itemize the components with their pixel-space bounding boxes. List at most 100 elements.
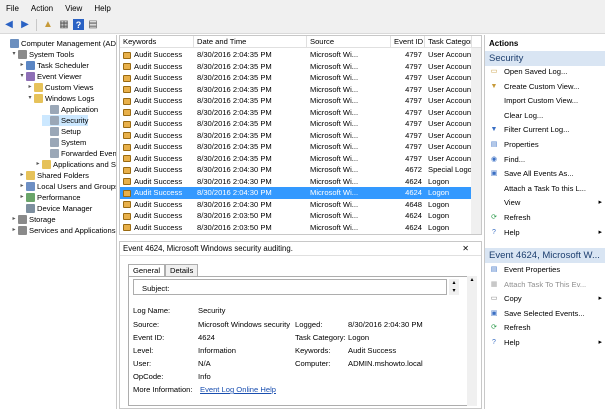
expand-arrow-icon[interactable]: ▸ <box>10 225 18 236</box>
column-task-category[interactable]: Task Categor <box>425 36 472 48</box>
menu-help[interactable]: Help <box>88 4 116 13</box>
action-properties[interactable]: ▤ Properties <box>489 139 602 151</box>
column-date-time[interactable]: Date and Time <box>194 36 307 48</box>
expand-arrow-icon[interactable]: ▸ <box>18 181 26 192</box>
tree-application[interactable]: Application <box>42 104 98 115</box>
event-row[interactable]: Audit Success 8/30/2016 2:04:30 PM Microso… <box>120 199 472 211</box>
action-import-custom-view[interactable]: Import Custom View... <box>489 95 602 107</box>
event-row[interactable]: Audit Success 8/30/2016 2:04:30 PM Microso… <box>120 176 472 188</box>
detail-scrollbar[interactable]: ▴ <box>467 276 477 406</box>
column-source[interactable]: Source <box>307 36 391 48</box>
cell-text: Audit Success <box>134 96 183 105</box>
expand-arrow-icon[interactable]: ▸ <box>18 60 26 71</box>
description-box[interactable]: Subject: <box>133 279 447 295</box>
action-open-saved-log[interactable]: ▭ Open Saved Log... <box>489 66 602 78</box>
event-row[interactable]: Audit Success 8/30/2016 2:04:35 PM Microso… <box>120 118 472 130</box>
event-row[interactable]: Audit Success 8/30/2016 2:04:35 PM Microso… <box>120 84 472 96</box>
tree-local-users[interactable]: ▸ Local Users and Groups <box>18 181 116 192</box>
action-create-custom-view[interactable]: ▼ Create Custom View... <box>489 81 602 93</box>
action-find[interactable]: ◉ Find... <box>489 154 602 166</box>
event-row[interactable]: Audit Success 8/30/2016 2:04:35 PM Microso… <box>120 107 472 119</box>
tab-details[interactable]: Details <box>165 264 199 276</box>
action-view[interactable]: View ▸ <box>489 197 602 209</box>
tree-security[interactable]: Security <box>42 115 89 126</box>
tree-task-scheduler[interactable]: ▸ Task Scheduler <box>18 60 89 71</box>
event-row[interactable]: Audit Success 8/30/2016 2:03:50 PM Microso… <box>120 222 472 234</box>
event-list-scrollbar[interactable] <box>471 48 481 234</box>
menu-view[interactable]: View <box>59 4 88 13</box>
tree-system[interactable]: System <box>42 137 86 148</box>
menu-action[interactable]: Action <box>25 4 59 13</box>
expand-arrow-icon[interactable]: ▾ <box>10 49 18 60</box>
tree-device-manager[interactable]: Device Manager <box>18 203 92 214</box>
action-pane-icon[interactable]: ▤ <box>86 18 100 32</box>
menu-file[interactable]: File <box>0 4 25 13</box>
cell-text: 4648 <box>405 199 422 209</box>
expand-arrow-icon[interactable]: ▸ <box>10 214 18 225</box>
event-row[interactable]: Audit Success 8/30/2016 2:04:35 PM Microso… <box>120 141 472 153</box>
tree-shared-folders[interactable]: ▸ Shared Folders <box>18 170 89 181</box>
tree-storage[interactable]: ▸ Storage <box>10 214 56 225</box>
tree-event-viewer[interactable]: ▾ Event Viewer <box>18 71 82 82</box>
event-row[interactable]: Audit Success 8/30/2016 2:04:30 PM Microso… <box>120 164 472 176</box>
actions-section-security[interactable]: Security <box>485 51 605 66</box>
action-attach-task-log[interactable]: Attach a Task To this L... <box>489 183 602 195</box>
event-row[interactable]: Audit Success 8/30/2016 2:04:35 PM Microso… <box>120 49 472 61</box>
forward-icon[interactable]: ▶ <box>18 18 32 32</box>
expand-arrow-icon[interactable]: ▸ <box>26 82 34 93</box>
event-row[interactable]: Audit Success 8/30/2016 2:04:35 PM Microso… <box>120 61 472 73</box>
action-help-2[interactable]: ? Help ▸ <box>489 337 602 349</box>
action-event-properties[interactable]: ▤ Event Properties <box>489 264 602 276</box>
action-filter-current-log[interactable]: ▼ Filter Current Log... <box>489 124 602 136</box>
tree-services-applications[interactable]: ▸ Services and Applications <box>10 225 116 236</box>
tree-setup[interactable]: Setup <box>42 126 81 137</box>
column-keywords[interactable]: Keywords <box>120 36 194 48</box>
event-id-cell: 4797 <box>391 141 425 153</box>
event-row[interactable]: Audit Success 8/30/2016 2:03:50 PM Microso… <box>120 210 472 222</box>
actions-header: Actions <box>485 37 605 50</box>
action-copy[interactable]: ▭ Copy ▸ <box>489 293 602 305</box>
action-help[interactable]: ? Help ▸ <box>489 227 602 239</box>
cell-text: User Accoun <box>428 107 472 117</box>
tree-forwarded-events[interactable]: Forwarded Event <box>42 148 116 159</box>
column-event-id[interactable]: Event ID <box>391 36 425 48</box>
expand-arrow-icon[interactable]: ▸ <box>18 170 26 181</box>
event-row[interactable]: Audit Success 8/30/2016 2:04:35 PM Microso… <box>120 130 472 142</box>
help-icon[interactable]: ? <box>73 19 84 30</box>
source-cell: Microsoft Wi... <box>307 95 391 107</box>
event-row[interactable]: Audit Success 8/30/2016 2:04:35 PM Microso… <box>120 95 472 107</box>
expand-arrow-icon[interactable]: ▾ <box>26 93 34 104</box>
action-refresh[interactable]: ⟳ Refresh <box>489 212 602 224</box>
action-attach-task-event[interactable]: ▦ Attach Task To This Ev... <box>489 279 602 291</box>
event-row[interactable]: Audit Success 8/30/2016 2:03:50 PM Microso… <box>120 233 472 234</box>
action-refresh-2[interactable]: ⟳ Refresh <box>489 322 602 334</box>
close-icon[interactable]: ✕ <box>462 244 469 253</box>
tree-custom-views[interactable]: ▸ Custom Views <box>26 82 93 93</box>
opcode-value: Info <box>198 372 211 381</box>
cell-text: 8/30/2016 2:04:30 PM <box>197 176 272 186</box>
action-save-selected-events[interactable]: ▣ Save Selected Events... <box>489 308 602 320</box>
expand-arrow-icon[interactable]: ▸ <box>18 192 26 203</box>
event-log-online-help-link[interactable]: Event Log Online Help <box>200 385 276 394</box>
event-row[interactable]: Audit Success 8/30/2016 2:04:35 PM Microso… <box>120 72 472 84</box>
description-scrollbar[interactable]: ▴ ▾ <box>449 279 459 295</box>
action-save-all-events[interactable]: ▣ Save All Events As... <box>489 168 602 180</box>
tree-applications-services[interactable]: ▸ Applications and Se <box>34 159 116 170</box>
up-folder-icon[interactable]: ▲ <box>41 18 55 32</box>
console-tree-icon[interactable]: ▦ <box>57 18 71 32</box>
event-row[interactable]: Audit Success 8/30/2016 2:04:35 PM Microso… <box>120 153 472 165</box>
action-clear-log[interactable]: Clear Log... <box>489 110 602 122</box>
event-id-cell: 4624 <box>391 187 425 199</box>
source-cell: Microsoft Wi... <box>307 199 391 211</box>
event-row[interactable]: Audit Success 8/30/2016 2:04:30 PM Microso… <box>120 187 472 199</box>
task-category-cell: User Accoun <box>425 49 472 61</box>
expand-arrow-icon[interactable]: ▸ <box>34 159 42 170</box>
actions-section-event[interactable]: Event 4624, Microsoft W... <box>485 248 605 263</box>
tree-system-tools[interactable]: ▾ System Tools <box>10 49 74 60</box>
tree-computer-management[interactable]: Computer Management (ADM <box>2 38 116 49</box>
expand-arrow-icon[interactable]: ▾ <box>18 71 26 82</box>
tree-windows-logs[interactable]: ▾ Windows Logs <box>26 93 94 104</box>
back-icon[interactable]: ◀ <box>2 18 16 32</box>
key-icon <box>123 212 131 220</box>
tree-performance[interactable]: ▸ Performance <box>18 192 80 203</box>
